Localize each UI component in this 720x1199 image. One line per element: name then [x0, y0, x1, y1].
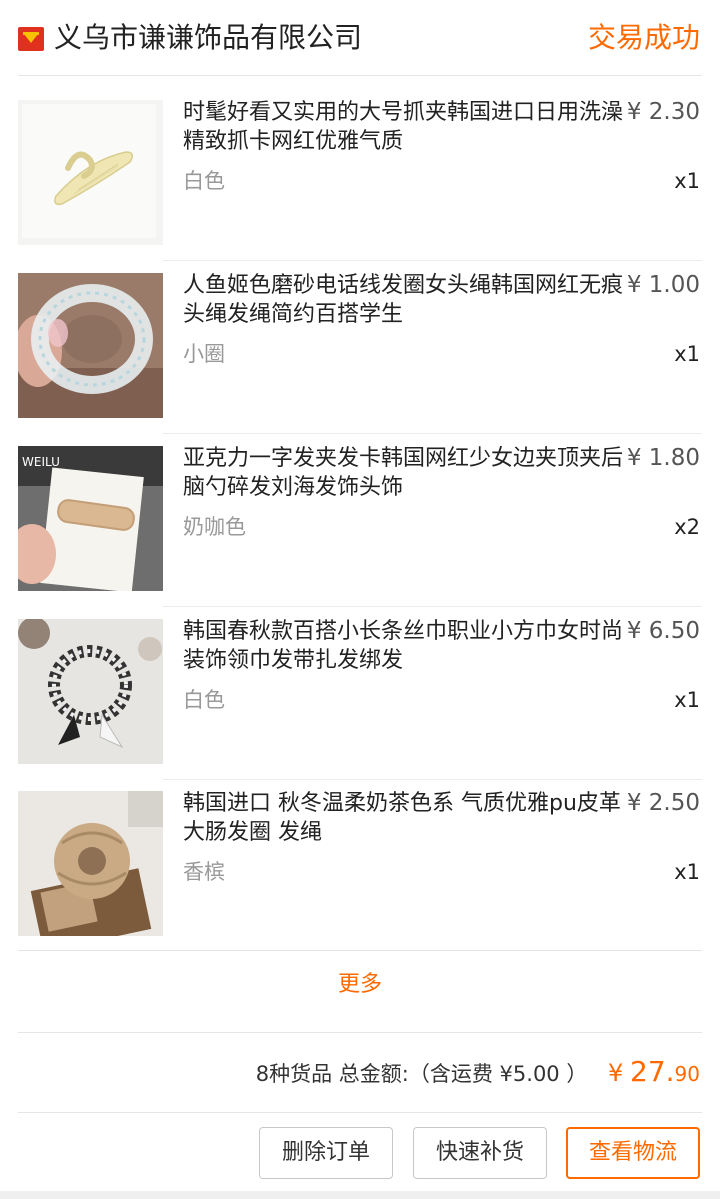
product-quantity: x1 [674, 688, 700, 712]
product-title[interactable]: 人鱼姬色磨砂电话线发圈女头绳韩国网红无痕头绳发绳简约百搭学生 [183, 271, 623, 329]
order-item[interactable]: 人鱼姬色磨砂电话线发圈女头绳韩国网红无痕头绳发绳简约百搭学生 ¥ 1.00 小圈… [0, 261, 720, 434]
product-thumbnail[interactable] [18, 100, 163, 245]
order-item[interactable]: 时髦好看又实用的大号抓夹韩国进口日用洗澡精致抓卡网红优雅气质 ¥ 2.30 白色… [0, 88, 720, 261]
product-title[interactable]: 韩国春秋款百搭小长条丝巾职业小方巾女时尚装饰领巾发带扎发绑发 [183, 617, 623, 675]
total-amount-integer: 27. [630, 1055, 675, 1088]
product-spec: 奶咖色 [183, 515, 246, 539]
shop-badge-icon[interactable] [18, 27, 44, 51]
quick-restock-button[interactable]: 快速补货 [413, 1127, 547, 1179]
total-currency: ¥ [608, 1059, 624, 1087]
product-quantity: x1 [674, 342, 700, 366]
product-price: ¥ 2.50 [626, 790, 700, 816]
order-item[interactable]: 韩国进口 秋冬温柔奶茶色系 气质优雅pu皮革大肠发圈 发绳 ¥ 2.50 香槟 … [0, 779, 720, 952]
show-more-link[interactable]: 更多 [0, 968, 720, 1002]
product-thumbnail[interactable] [18, 791, 163, 936]
items-bottom-divider [18, 950, 702, 951]
product-quantity: x1 [674, 169, 700, 193]
product-thumbnail[interactable] [18, 273, 163, 418]
product-quantity: x2 [674, 515, 700, 539]
product-title[interactable]: 亚克力一字发夹发卡韩国网红少女边夹顶夹后脑勺碎发刘海发饰头饰 [183, 444, 623, 502]
order-summary: 8种货品 总金额:（含运费 ¥5.00 ） ¥ 27.90 [256, 1052, 700, 1094]
order-header: 义乌市谦谦饰品有限公司 交易成功 [0, 0, 720, 76]
product-title[interactable]: 韩国进口 秋冬温柔奶茶色系 气质优雅pu皮革大肠发圈 发绳 [183, 789, 623, 847]
product-title[interactable]: 时髦好看又实用的大号抓夹韩国进口日用洗澡精致抓卡网红优雅气质 [183, 98, 623, 156]
product-price: ¥ 2.30 [626, 99, 700, 125]
order-status: 交易成功 [587, 21, 700, 54]
product-thumbnail[interactable] [18, 619, 163, 764]
summary-divider [18, 1112, 702, 1113]
product-spec: 白色 [183, 688, 225, 712]
total-amount-decimal: 90 [674, 1062, 700, 1086]
product-spec: 小圈 [183, 342, 225, 366]
shop-name[interactable]: 义乌市谦谦饰品有限公司 [54, 18, 362, 58]
product-spec: 白色 [183, 169, 225, 193]
thumb-brand-text: WEILU [22, 455, 60, 469]
product-quantity: x1 [674, 860, 700, 884]
order-item[interactable]: 韩国春秋款百搭小长条丝巾职业小方巾女时尚装饰领巾发带扎发绑发 ¥ 6.50 白色… [0, 607, 720, 780]
product-thumbnail[interactable]: WEILU [18, 446, 163, 591]
bottom-strip [0, 1191, 720, 1199]
more-divider [18, 1032, 702, 1033]
header-divider [18, 75, 702, 76]
delete-order-button[interactable]: 删除订单 [259, 1127, 393, 1179]
product-price: ¥ 1.00 [626, 272, 700, 298]
summary-text: 8种货品 总金额:（含运费 ¥5.00 ） [255, 1062, 588, 1086]
product-price: ¥ 1.80 [626, 445, 700, 471]
order-item[interactable]: WEILU 亚克力一字发夹发卡韩国网红少女边夹顶夹后脑勺碎发刘海发饰头饰 ¥ 1… [0, 434, 720, 607]
product-price: ¥ 6.50 [626, 618, 700, 644]
product-spec: 香槟 [183, 860, 225, 884]
view-logistics-button[interactable]: 查看物流 [566, 1127, 700, 1179]
